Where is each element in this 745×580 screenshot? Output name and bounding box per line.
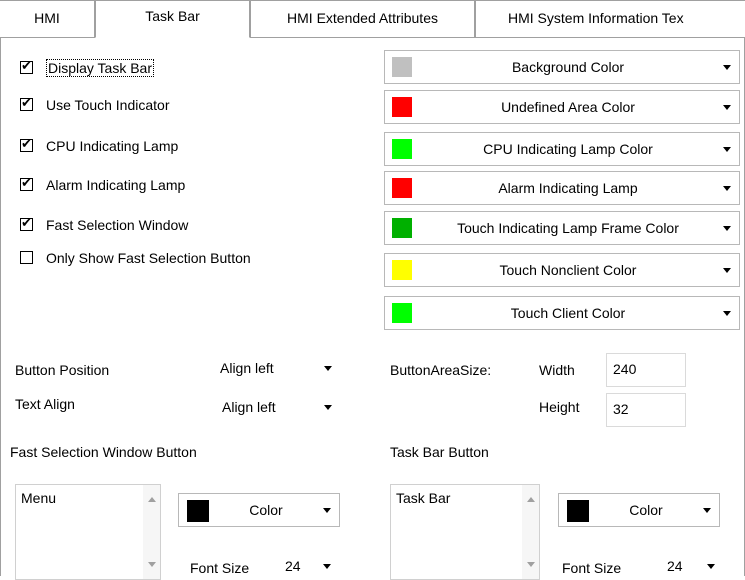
checkbox-label: Alarm Indicating Lamp [46,177,186,193]
chevron-down-icon [323,564,331,569]
chevron-down-icon [723,186,731,191]
chevron-down-icon [723,65,731,70]
width-label: Width [539,362,575,378]
background-color-dropdown[interactable]: Background Color [384,50,740,84]
dropdown-label: Alarm Indicating Lamp [498,180,638,196]
tab-hmi[interactable]: HMI [0,0,95,38]
tab-label: HMI System Information Tex [508,10,684,26]
button-position-label: Button Position [15,362,110,378]
color-swatch [187,500,209,522]
color-button-label: Color [629,502,663,518]
checkbox-box[interactable] [20,175,33,193]
checkbox-box[interactable] [20,251,33,264]
scroll-up-icon[interactable] [527,497,535,502]
dropdown-label: Touch Nonclient Color [499,262,637,278]
list-item: Task Bar [396,490,451,506]
tab-label: HMI [34,10,60,26]
checkbox-label: Use Touch Indicator [46,97,170,113]
fast-selection-font-size-select[interactable]: 24 [285,553,340,579]
scroll-down-icon[interactable] [148,562,156,567]
width-input[interactable]: 240 [606,353,686,387]
tab-task-bar[interactable]: Task Bar [95,0,250,38]
color-swatch [392,260,412,280]
color-button-label: Color [249,502,283,518]
chevron-down-icon [707,564,715,569]
chevron-down-icon [324,366,332,371]
chevron-down-icon [703,508,711,513]
button-position-select[interactable]: Align left [220,355,340,381]
checkbox-label: Display Task Bar [46,58,155,78]
chevron-down-icon [723,105,731,110]
checkbox-box[interactable] [20,58,33,76]
task-bar-font-size-select[interactable]: 24 [667,553,722,579]
checkbox-label: CPU Indicating Lamp [46,138,179,154]
checkbox-label: Only Show Fast Selection Button [46,250,251,266]
fast-selection-text-list[interactable]: Menu [15,484,161,580]
checkbox-box[interactable] [20,136,33,154]
task-bar-color-button[interactable]: Color [558,493,720,527]
height-label: Height [539,399,580,415]
select-value: 24 [667,558,683,574]
button-area-size-label: ButtonAreaSize: [390,362,492,378]
scroll-up-icon[interactable] [148,497,156,502]
vertical-scrollbar[interactable] [522,485,539,579]
task-bar-font-size-label: Font Size [562,560,622,576]
select-value: 24 [285,558,301,574]
select-value: Align left [222,399,276,415]
chevron-down-icon [723,311,731,316]
tab-label: HMI Extended Attributes [287,10,438,26]
tab-hmi-extended-attributes[interactable]: HMI Extended Attributes [250,0,475,38]
color-swatch [392,178,412,198]
color-swatch [392,303,412,323]
chevron-down-icon [323,508,331,513]
dropdown-label: Undefined Area Color [501,99,635,115]
undefined-area-color-dropdown[interactable]: Undefined Area Color [384,90,740,124]
color-swatch [392,139,412,159]
chevron-down-icon [723,147,731,152]
color-swatch [392,57,412,77]
list-item: Menu [21,490,57,506]
checkbox-box[interactable] [20,215,33,233]
chevron-down-icon [324,405,332,410]
tab-strip: HMI Task Bar HMI Extended Attributes HMI… [0,0,745,38]
text-align-select[interactable]: Align left [222,394,342,420]
touch-client-color-dropdown[interactable]: Touch Client Color [384,296,740,330]
alarm-indicating-lamp-color-dropdown[interactable]: Alarm Indicating Lamp [384,171,740,205]
dropdown-label: Touch Client Color [510,305,626,321]
scroll-down-icon[interactable] [527,562,535,567]
task-bar-button-title: Task Bar Button [390,444,489,460]
color-swatch [392,218,412,238]
color-swatch [392,97,412,117]
dropdown-label: Touch Indicating Lamp Frame Color [457,220,679,236]
fast-selection-color-button[interactable]: Color [178,493,340,527]
cpu-indicating-lamp-color-dropdown[interactable]: CPU Indicating Lamp Color [384,132,740,166]
touch-nonclient-color-dropdown[interactable]: Touch Nonclient Color [384,253,740,287]
checkbox-text: Display Task Bar [46,59,155,77]
checkbox-label: Fast Selection Window [46,217,189,233]
chevron-down-icon [723,226,731,231]
text-align-label: Text Align [15,396,75,412]
task-bar-text-list[interactable]: Task Bar [390,484,540,580]
fast-selection-font-size-label: Font Size [190,560,250,576]
tab-label: Task Bar [145,8,200,24]
tab-hmi-system-information[interactable]: HMI System Information Tex [475,0,745,38]
dropdown-label: CPU Indicating Lamp Color [483,141,653,157]
vertical-scrollbar[interactable] [143,485,160,579]
touch-indicating-lamp-frame-color-dropdown[interactable]: Touch Indicating Lamp Frame Color [384,211,740,245]
fast-selection-window-button-title: Fast Selection Window Button [10,444,197,460]
checkbox-box[interactable] [20,95,33,113]
chevron-down-icon [723,268,731,273]
height-input[interactable]: 32 [606,393,686,427]
select-value: Align left [220,360,274,376]
dropdown-label: Background Color [511,59,625,75]
color-swatch [567,500,589,522]
